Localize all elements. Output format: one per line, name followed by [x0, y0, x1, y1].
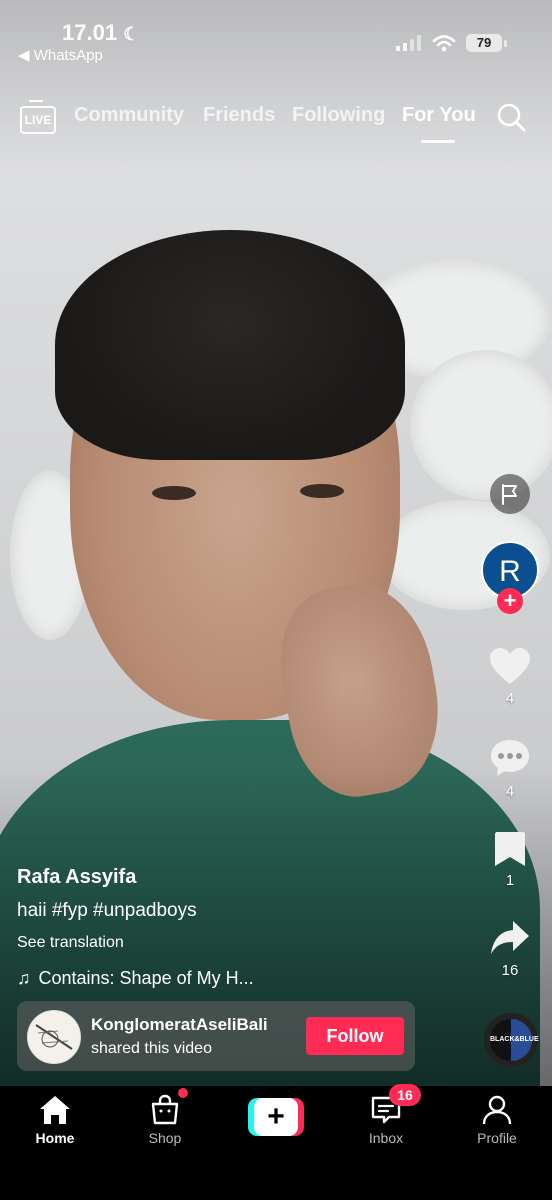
shopping-bag-icon [151, 1094, 179, 1125]
live-label: LIVE [20, 106, 56, 134]
share-count: 16 [501, 962, 519, 979]
nav-shop-label: Shop [148, 1130, 182, 1146]
share-arrow-icon [491, 921, 529, 954]
person-eye [300, 484, 344, 498]
wall-decoration [410, 350, 552, 500]
flag-icon [502, 484, 517, 505]
music-title: Contains: Shape of My H... [38, 968, 254, 988]
comment-icon [491, 740, 529, 776]
live-icon[interactable]: LIVE [20, 100, 56, 134]
share-button[interactable]: 16 [486, 918, 534, 979]
battery-indicator: 79 [466, 34, 507, 52]
tab-following[interactable]: Following [292, 104, 385, 127]
tab-community[interactable]: Community [74, 104, 184, 127]
create-button[interactable]: + [248, 1098, 304, 1136]
top-navigation: LIVE Community Friends Following For You [0, 96, 552, 143]
like-button[interactable]: 4 [486, 646, 534, 707]
nav-inbox-label: Inbox [368, 1130, 404, 1146]
follow-plus-button[interactable]: + [497, 588, 523, 614]
cellular-signal-icon [396, 35, 421, 51]
save-button[interactable]: 1 [486, 830, 534, 889]
nav-home-label: Home [35, 1130, 75, 1146]
person-hair [55, 230, 405, 460]
wifi-icon [432, 35, 456, 52]
follow-button[interactable]: Follow [306, 1017, 404, 1055]
see-translation-link[interactable]: See translation [17, 934, 124, 952]
post-caption[interactable]: haii #fyp #unpadboys [17, 900, 197, 922]
comment-count: 4 [505, 783, 515, 800]
music-note-icon: ♫ [17, 968, 31, 988]
sharer-avatar[interactable] [27, 1010, 81, 1064]
report-button[interactable] [490, 474, 530, 514]
nav-profile[interactable]: Profile [457, 1094, 537, 1146]
nav-shop[interactable]: Shop [125, 1094, 205, 1146]
like-count: 4 [505, 690, 515, 707]
tab-for-you[interactable]: For You [402, 104, 476, 127]
nav-home[interactable]: Home [15, 1094, 95, 1146]
video-player[interactable] [0, 0, 552, 1086]
status-indicators: 79 [396, 34, 507, 52]
status-time: 17.01 ☾ [62, 20, 139, 46]
shared-subtitle: shared this video [91, 1040, 212, 1057]
heart-icon [490, 648, 530, 684]
bottom-navigation: Home Shop + Inbox 16 Profile [0, 1084, 552, 1200]
nav-profile-label: Profile [477, 1130, 517, 1146]
music-disc[interactable]: BLACK&BLUE [484, 1013, 539, 1067]
creator-username[interactable]: Rafa Assyifa [17, 866, 136, 889]
music-info[interactable]: ♫ Contains: Shape of My H... [17, 968, 254, 989]
inbox-badge: 16 [389, 1084, 421, 1106]
comment-button[interactable]: 4 [486, 737, 534, 800]
save-count: 1 [505, 872, 515, 889]
search-icon[interactable] [496, 102, 526, 132]
home-icon [40, 1096, 70, 1124]
back-to-app-link[interactable]: ◀ WhatsApp [18, 46, 103, 64]
shop-notification-dot [178, 1088, 188, 1098]
profile-icon [482, 1095, 512, 1125]
sharer-logo-icon [35, 1024, 73, 1050]
moon-icon: ☾ [123, 24, 140, 44]
active-tab-indicator [421, 140, 455, 143]
tab-friends[interactable]: Friends [203, 104, 275, 127]
shared-by-card[interactable]: KonglomeratAseliBali shared this video F… [17, 1001, 415, 1071]
person-eye [152, 486, 196, 500]
plus-icon: + [254, 1098, 298, 1136]
bookmark-icon [495, 832, 525, 866]
sharer-name: KonglomeratAseliBali [91, 1015, 268, 1034]
clock-text: 17.01 [62, 20, 118, 45]
